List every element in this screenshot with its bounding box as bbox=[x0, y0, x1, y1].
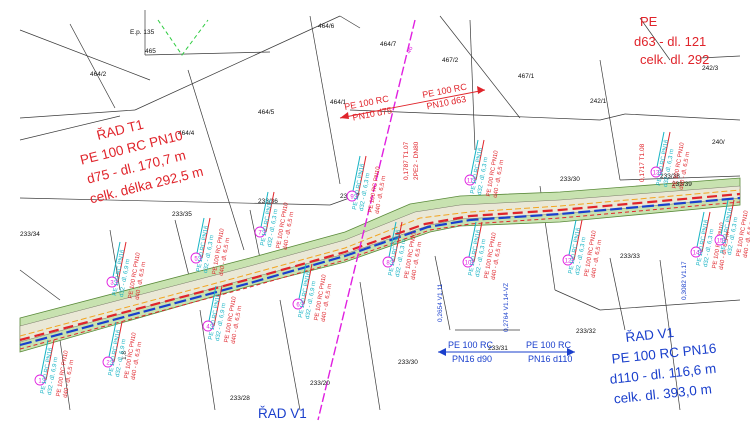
water-v1-note: ŘAD V1 PE 100 RC PN16 d110 - dl. 116,6 m… bbox=[258, 325, 717, 421]
parcel-label: 242/1 bbox=[590, 98, 607, 105]
parcel-label: 467/1 bbox=[518, 73, 535, 80]
utility-plan-map: E.p. 135 465 464/6 464/7 467/2 467/1 464… bbox=[19, 10, 750, 421]
connection-9: 9PE 100 RC PN16d32 - dl. 6,3 mPE 100 RC … bbox=[346, 155, 387, 214]
parcel-label: 233/34 bbox=[20, 231, 40, 238]
green-dashed-boundary bbox=[157, 19, 209, 56]
parcel-label: 464/6 bbox=[318, 23, 335, 30]
connection-10: 10PE 100 RC PN16d32 - dl. 6,3 mPE 100 RC… bbox=[462, 221, 503, 280]
sewer-t1-note: ŘAD T1 PE 100 RC PN10 d75 - dl. 170,7 m … bbox=[79, 117, 205, 207]
parcel-label: 464/2 bbox=[90, 71, 107, 78]
parcel-label: 233/20 bbox=[310, 380, 330, 387]
parcel-label: 233/33 bbox=[620, 253, 640, 260]
note-text: ŘAD V1 bbox=[625, 325, 675, 345]
chainage-label: 0,2764 V1.14-VZ bbox=[503, 283, 510, 332]
arrow-label: PE 100 RC bbox=[526, 340, 572, 350]
note-text: celk. dl. 393,0 m bbox=[613, 381, 712, 406]
parcel-label: 233/30 bbox=[398, 359, 418, 366]
parcel-label: 467/2 bbox=[442, 57, 459, 64]
chainage-label: 0,1787 T1.07 bbox=[403, 141, 410, 180]
chainage-label: 2PE2 - DN80 bbox=[413, 141, 420, 180]
parcel-label: 464/7 bbox=[380, 41, 397, 48]
connection-11: 11PE 100 RC PN16d32 - dl. 6,3 mPE 100 RC… bbox=[464, 139, 505, 198]
note-text: d63 - dl. 121 bbox=[634, 34, 706, 49]
sewer-arrow-labels: PE 100 RC PN10 d75 PE 100 RC PN10 d63 bbox=[339, 81, 486, 123]
connection-12: 12PE 100 RC PN16d32 - dl. 6,3 mPE 100 RC… bbox=[562, 219, 603, 278]
map-canvas: E.p. 135 465 464/6 464/7 467/2 467/1 464… bbox=[0, 0, 750, 439]
chainage-label: 0,1717 T1.08 bbox=[639, 143, 646, 182]
note-text: PE bbox=[640, 14, 658, 29]
connection-2: 2PE 100 RC PN16d32 - dl. 6,9 mPE 100 RC … bbox=[102, 321, 143, 380]
parcel-label: E.p. 135 bbox=[130, 29, 155, 36]
arrow-label: PE 100 RC bbox=[448, 340, 494, 350]
arrow-label: PN16 d90 bbox=[452, 354, 492, 364]
tag-label: 46 bbox=[405, 45, 414, 55]
parcel-label: 233/28 bbox=[230, 395, 250, 402]
chainage-label: 0,3082 V1.17 bbox=[681, 261, 688, 300]
parcel-label: 464/5 bbox=[258, 109, 275, 116]
parcel-label: 233/32 bbox=[576, 328, 596, 335]
note-text: celk. dl. 292 bbox=[640, 52, 709, 67]
parcel-label: 233/35 bbox=[172, 211, 192, 218]
water-arrow-labels: PE 100 RC PN16 d90 PE 100 RC PN16 d110 bbox=[438, 340, 575, 364]
parcel-label: 233/30 bbox=[560, 176, 580, 183]
connection-1: 1PE 100 RC PN16d32 - dl. 6,9 mPE 100 RC … bbox=[34, 339, 75, 398]
parcel-label: 240/ bbox=[712, 139, 725, 146]
note-text: ŘAD V1 bbox=[258, 406, 307, 421]
arrow-label: PN16 d110 bbox=[528, 354, 572, 364]
sewer-d63-note: PE d63 - dl. 121 celk. dl. 292 bbox=[634, 14, 709, 67]
chainage-label: 0,2654 V1.11 bbox=[437, 283, 444, 322]
parcel-label: 465 bbox=[145, 48, 156, 55]
